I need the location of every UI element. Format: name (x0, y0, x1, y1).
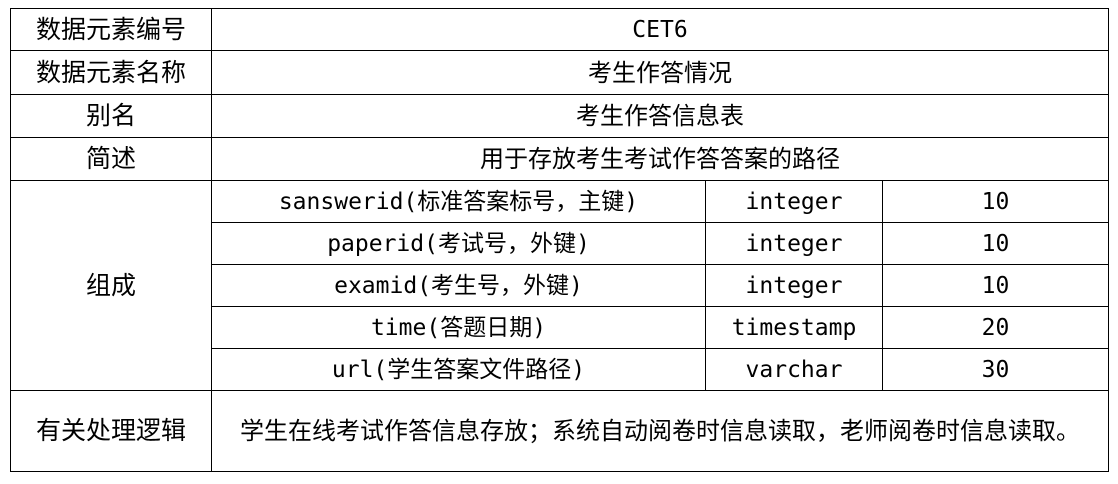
field-type: integer (705, 180, 883, 223)
field-type: timestamp (705, 306, 883, 349)
processing-logic-value: 学生在线考试作答信息存放；系统自动阅卷时信息读取，老师阅卷时信息读取。 (211, 390, 1109, 472)
element-id-value: CET6 (211, 8, 1109, 51)
row-alias: 别名 考生作答信息表 (10, 94, 1109, 138)
field-type: integer (705, 222, 883, 265)
field-length: 10 (882, 180, 1109, 223)
row-description: 简述 用于存放考生考试作答答案的路径 (10, 137, 1109, 181)
field-length: 30 (882, 348, 1109, 391)
field-type: varchar (705, 348, 883, 391)
field-length: 10 (882, 264, 1109, 307)
row-composition-field: 组成 sanswerid(标准答案标号，主键) integer 10 (10, 180, 1109, 391)
alias-value: 考生作答信息表 (211, 94, 1109, 138)
field-name: url(学生答案文件路径) (211, 348, 706, 391)
field-length: 20 (882, 306, 1109, 349)
field-name: paperid(考试号，外键) (211, 222, 706, 265)
alias-label: 别名 (10, 94, 212, 138)
description-value: 用于存放考生考试作答答案的路径 (211, 137, 1109, 181)
row-element-id: 数据元素编号 CET6 (10, 8, 1109, 51)
data-element-spec-table: 数据元素编号 CET6 数据元素名称 考生作答情况 别名 考生作答信息表 简述 … (10, 8, 1109, 472)
field-type: integer (705, 264, 883, 307)
row-element-name: 数据元素名称 考生作答情况 (10, 50, 1109, 95)
element-id-label: 数据元素编号 (10, 8, 212, 51)
field-length: 10 (882, 222, 1109, 265)
processing-logic-label: 有关处理逻辑 (10, 390, 212, 472)
element-name-label: 数据元素名称 (10, 50, 212, 95)
row-processing-logic: 有关处理逻辑 学生在线考试作答信息存放；系统自动阅卷时信息读取，老师阅卷时信息读… (10, 390, 1109, 472)
field-name: sanswerid(标准答案标号，主键) (211, 180, 706, 223)
element-name-value: 考生作答情况 (211, 50, 1109, 95)
field-name: examid(考生号，外键) (211, 264, 706, 307)
composition-label: 组成 (10, 180, 212, 391)
field-name: time(答题日期) (211, 306, 706, 349)
description-label: 简述 (10, 137, 212, 181)
